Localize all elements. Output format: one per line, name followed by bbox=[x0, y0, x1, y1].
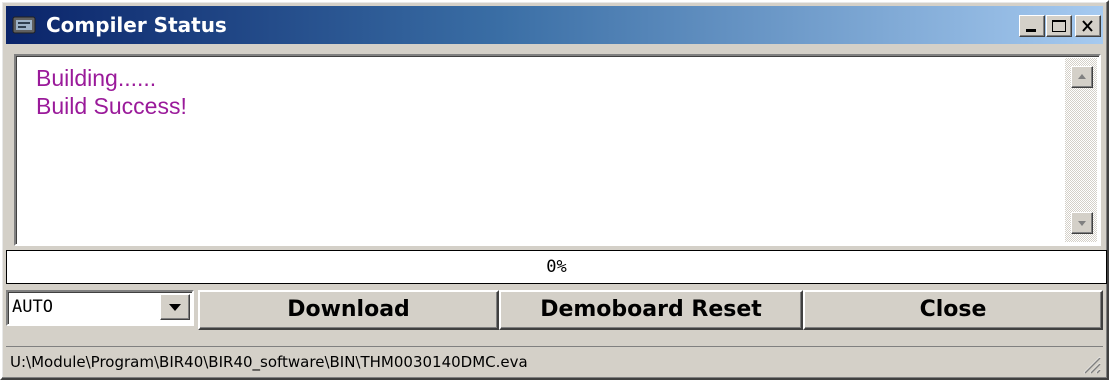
progress-bar: 0% bbox=[6, 250, 1107, 284]
title-bar[interactable]: Compiler Status bbox=[6, 6, 1103, 44]
progress-label: 0% bbox=[546, 257, 567, 277]
arrow-down-icon bbox=[1078, 221, 1086, 226]
output-line: Building...... bbox=[36, 65, 157, 91]
vertical-scrollbar[interactable] bbox=[1065, 58, 1097, 242]
close-window-button[interactable] bbox=[1075, 15, 1101, 37]
close-icon bbox=[1082, 20, 1093, 32]
scroll-down-button[interactable] bbox=[1071, 212, 1093, 234]
arrow-up-icon bbox=[1078, 74, 1086, 79]
chevron-down-icon bbox=[169, 304, 181, 311]
close-button[interactable]: Close bbox=[803, 290, 1103, 330]
compiler-status-window: Compiler Status Building...... Build Suc… bbox=[0, 0, 1109, 380]
maximize-icon bbox=[1052, 20, 1066, 32]
output-text: Building...... Build Success! bbox=[36, 64, 1059, 120]
window-title: Compiler Status bbox=[46, 13, 227, 37]
scroll-up-button[interactable] bbox=[1071, 66, 1093, 88]
maximize-button[interactable] bbox=[1046, 15, 1072, 37]
download-button[interactable]: Download bbox=[198, 290, 499, 330]
status-bar: U:\Module\Program\BIR40\BIR40_software\B… bbox=[6, 346, 1103, 376]
file-path: U:\Module\Program\BIR40\BIR40_software\B… bbox=[10, 353, 528, 371]
compiler-app-icon bbox=[12, 14, 36, 36]
resize-grip-icon[interactable] bbox=[1079, 352, 1101, 374]
minimize-button[interactable] bbox=[1019, 15, 1045, 37]
mode-select-dropdown-button[interactable] bbox=[160, 294, 190, 320]
output-line: Build Success! bbox=[36, 93, 187, 119]
minimize-icon bbox=[1026, 29, 1036, 32]
build-output[interactable]: Building...... Build Success! bbox=[14, 54, 1101, 246]
mode-select[interactable]: AUTO bbox=[6, 290, 194, 326]
demoboard-reset-button[interactable]: Demoboard Reset bbox=[499, 290, 803, 330]
mode-select-value: AUTO bbox=[12, 297, 53, 317]
